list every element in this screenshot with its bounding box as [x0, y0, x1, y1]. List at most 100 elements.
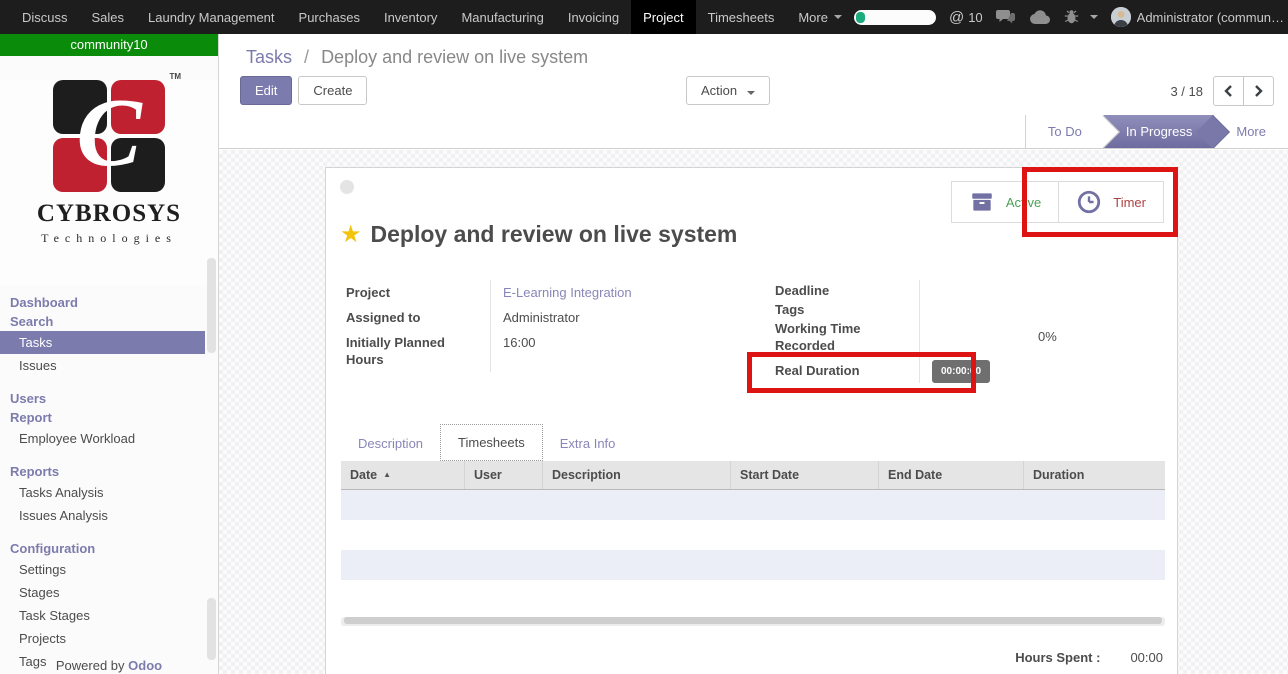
pager-previous-button[interactable]: [1213, 76, 1244, 106]
chevron-down-icon: [834, 15, 842, 19]
sidebar-item-stages[interactable]: Stages: [0, 581, 218, 604]
pager-counter: 3 / 18: [1170, 84, 1203, 99]
sidebar-item-projects[interactable]: Projects: [0, 627, 218, 650]
field-value-project[interactable]: E-Learning Integration: [491, 280, 727, 305]
column-header-duration[interactable]: Duration: [1024, 461, 1165, 489]
chevron-down-icon: [747, 91, 755, 95]
stat-buttons: Active Timer: [951, 181, 1164, 223]
field-label-initially-planned-hours: Initially Planned Hours: [346, 330, 491, 372]
form-workspace: Active Timer ★ Deploy and review on live…: [219, 150, 1288, 674]
odoo-app-window: Discuss Sales Laundry Management Purchas…: [0, 0, 1288, 674]
form-sheet: Active Timer ★ Deploy and review on live…: [325, 167, 1178, 674]
pager-next-button[interactable]: [1243, 76, 1274, 106]
main-menu: Discuss Sales Laundry Management Purchas…: [0, 0, 854, 34]
column-header-start-date[interactable]: Start Date: [731, 461, 879, 489]
progress-percentage: 0%: [1038, 329, 1057, 344]
task-title: Deploy and review on live system: [371, 221, 738, 248]
column-header-date[interactable]: Date▲: [341, 461, 465, 489]
table-row: [341, 520, 1165, 550]
menu-purchases[interactable]: Purchases: [287, 0, 372, 34]
tab-timesheets[interactable]: Timesheets: [440, 424, 543, 461]
pager: 3 / 18: [1170, 76, 1274, 106]
sidebar-item-task-stages[interactable]: Task Stages: [0, 604, 218, 627]
sidebar-item-employee-workload[interactable]: Employee Workload: [0, 427, 218, 450]
hours-spent-summary: Hours Spent : 00:00: [1015, 650, 1163, 665]
bug-icon: [1064, 9, 1079, 25]
powered-by: Powered by Odoo: [0, 658, 218, 673]
sidebar-item-configuration[interactable]: Configuration: [0, 539, 218, 558]
menu-sales[interactable]: Sales: [80, 0, 137, 34]
horizontal-scrollbar-thumb[interactable]: [344, 617, 1162, 624]
menu-invoicing[interactable]: Invoicing: [556, 0, 631, 34]
field-label-tags: Tags: [775, 299, 920, 318]
menu-discuss[interactable]: Discuss: [10, 0, 80, 34]
powered-by-prefix: Powered by: [56, 658, 125, 673]
field-column-right: Deadline Tags Working Time Recorded 0%: [775, 280, 1156, 383]
field-value-deadline: [920, 280, 1156, 299]
sidebar-scrollbar-thumb[interactable]: [207, 598, 216, 660]
sidebar-item-search[interactable]: Search: [0, 312, 218, 331]
user-menu[interactable]: Administrator (commun…: [1111, 7, 1288, 27]
record-buttons: Edit Create: [240, 76, 367, 105]
active-label: Active: [1006, 195, 1041, 210]
chevron-right-icon: [1254, 85, 1263, 97]
notebook-tabs: Description Timesheets Extra Info: [341, 424, 632, 461]
sidebar-item-issues-analysis[interactable]: Issues Analysis: [0, 504, 218, 527]
menu-timesheets[interactable]: Timesheets: [696, 0, 787, 34]
table-header: Date▲ User Description Start Date End Da…: [341, 461, 1165, 490]
column-header-description[interactable]: Description: [543, 461, 731, 489]
sidebar-item-tasks[interactable]: Tasks: [0, 331, 205, 354]
field-label-assigned-to: Assigned to: [346, 305, 491, 330]
action-label: Action: [701, 83, 737, 98]
tab-description[interactable]: Description: [341, 426, 440, 461]
sidebar-scrollbar-thumb[interactable]: [207, 258, 216, 353]
sidebar-item-users[interactable]: Users: [0, 389, 218, 408]
task-title-row: ★ Deploy and review on live system: [340, 221, 737, 248]
menu-laundry-management[interactable]: Laundry Management: [136, 0, 286, 34]
breadcrumb-tasks-link[interactable]: Tasks: [246, 47, 292, 67]
chevron-down-icon: [1090, 15, 1098, 19]
app-sidebar: community10 C TM CYBROSYS Technologies D…: [0, 34, 219, 674]
horizontal-scrollbar[interactable]: [341, 617, 1165, 626]
sidebar-item-tasks-analysis[interactable]: Tasks Analysis: [0, 481, 218, 504]
sort-asc-icon: ▲: [383, 470, 391, 479]
active-stat-button[interactable]: Active: [951, 181, 1059, 223]
sidebar-item-dashboard[interactable]: Dashboard: [0, 293, 218, 312]
cloud-icon[interactable]: [1029, 10, 1051, 25]
menu-more[interactable]: More: [786, 0, 854, 34]
main-content: Tasks / Deploy and review on live system…: [219, 34, 1288, 674]
field-label-real-duration: Real Duration: [775, 356, 920, 383]
edit-button[interactable]: Edit: [240, 76, 292, 105]
field-value-initially-planned-hours: 16:00: [491, 330, 727, 372]
sidebar-item-reports[interactable]: Reports: [0, 462, 218, 481]
brand-subtitle: Technologies: [0, 231, 218, 246]
menu-manufacturing[interactable]: Manufacturing: [449, 0, 555, 34]
odoo-brand-link[interactable]: Odoo: [128, 658, 162, 673]
timer-stat-button[interactable]: Timer: [1058, 181, 1164, 223]
chevron-left-icon: [1224, 85, 1233, 97]
tab-extra-info[interactable]: Extra Info: [543, 426, 633, 461]
activities-button[interactable]: @ 10: [949, 9, 983, 26]
column-header-user[interactable]: User: [465, 461, 543, 489]
sidebar-item-report[interactable]: Report: [0, 408, 218, 427]
menu-inventory[interactable]: Inventory: [372, 0, 449, 34]
star-icon[interactable]: ★: [340, 223, 362, 247]
hours-spent-label: Hours Spent :: [1015, 650, 1100, 665]
sidebar-item-issues[interactable]: Issues: [0, 354, 218, 377]
trademark-label: TM: [169, 72, 181, 81]
column-header-end-date[interactable]: End Date: [879, 461, 1024, 489]
systray: @ 10: [854, 0, 1288, 34]
action-dropdown-button[interactable]: Action: [686, 76, 770, 105]
archive-box-icon: [969, 189, 995, 215]
logo-square: [53, 138, 107, 192]
create-button[interactable]: Create: [298, 76, 367, 105]
user-name: Administrator (commun…: [1137, 10, 1284, 25]
sidebar-item-settings[interactable]: Settings: [0, 558, 218, 581]
messages-icon[interactable]: [996, 9, 1016, 25]
field-label-working-time-recorded: Working Time Recorded: [775, 318, 920, 356]
field-label-deadline: Deadline: [775, 280, 920, 299]
debug-menu[interactable]: [1064, 9, 1098, 25]
stage-to-do[interactable]: To Do: [1025, 115, 1104, 148]
timer-progress-pill[interactable]: [854, 10, 936, 25]
menu-project[interactable]: Project: [631, 0, 695, 34]
